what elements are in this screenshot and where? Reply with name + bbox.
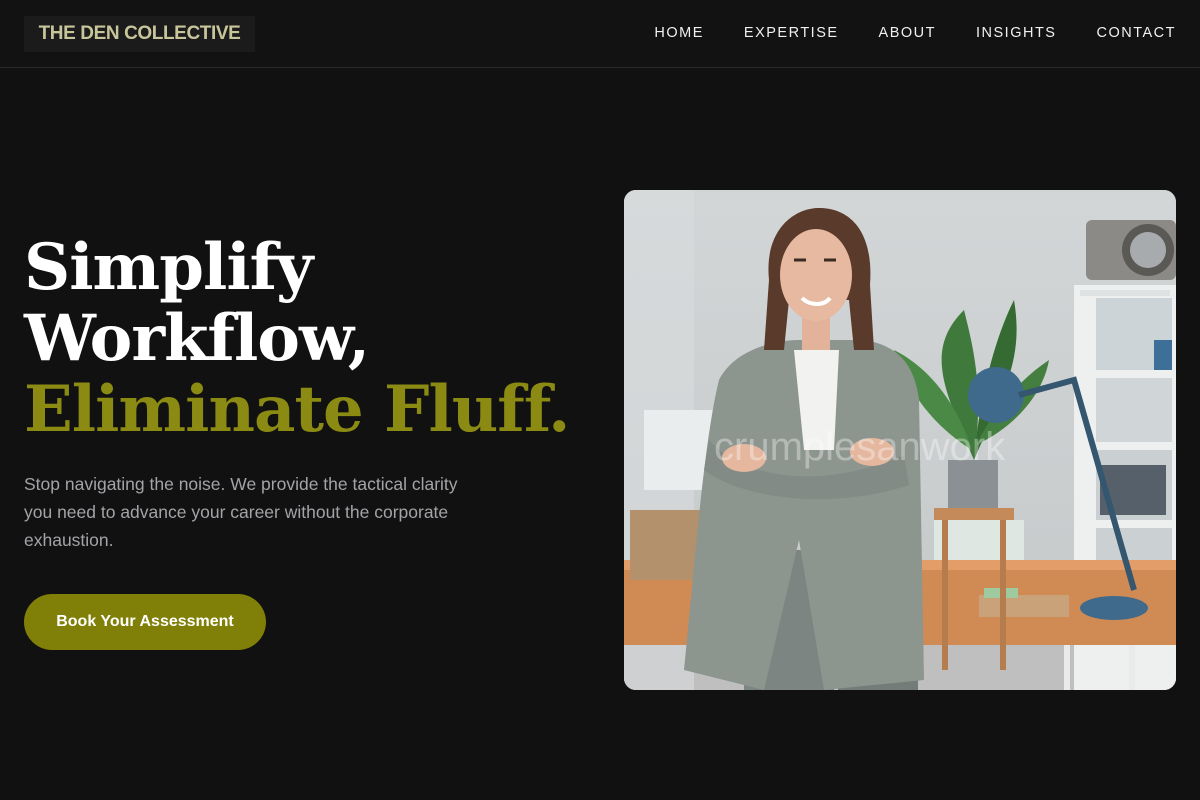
brand-logo[interactable]: THE DEN COLLECTIVE bbox=[24, 16, 255, 52]
main-nav: HOME EXPERTISE ABOUT INSIGHTS CONTACT bbox=[614, 0, 1176, 66]
nav-home-link[interactable]: HOME bbox=[654, 25, 704, 41]
nav-expertise-link[interactable]: EXPERTISE bbox=[744, 25, 839, 41]
nav-about-link[interactable]: ABOUT bbox=[879, 25, 936, 41]
nav-insights-link[interactable]: INSIGHTS bbox=[976, 25, 1056, 41]
hero-description: Stop navigating the noise. We provide th… bbox=[24, 474, 458, 550]
hero-title-line-2: Workflow, bbox=[24, 301, 370, 376]
nav-contact-link[interactable]: CONTACT bbox=[1096, 25, 1176, 41]
hero-photo: crumplesanwork bbox=[624, 190, 1176, 690]
hero-title-line-1: Simplify bbox=[24, 230, 313, 305]
site-header: THE DEN COLLECTIVE HOME EXPERTISE ABOUT … bbox=[0, 0, 1200, 68]
hero-title-accent: Eliminate Fluff. bbox=[24, 372, 570, 447]
photo-watermark: crumplesanwork bbox=[714, 425, 1006, 469]
book-assessment-button[interactable]: Book Your Assessment bbox=[24, 594, 266, 650]
hero-title: Simplify Workflow, Eliminate Fluff. bbox=[24, 230, 570, 447]
